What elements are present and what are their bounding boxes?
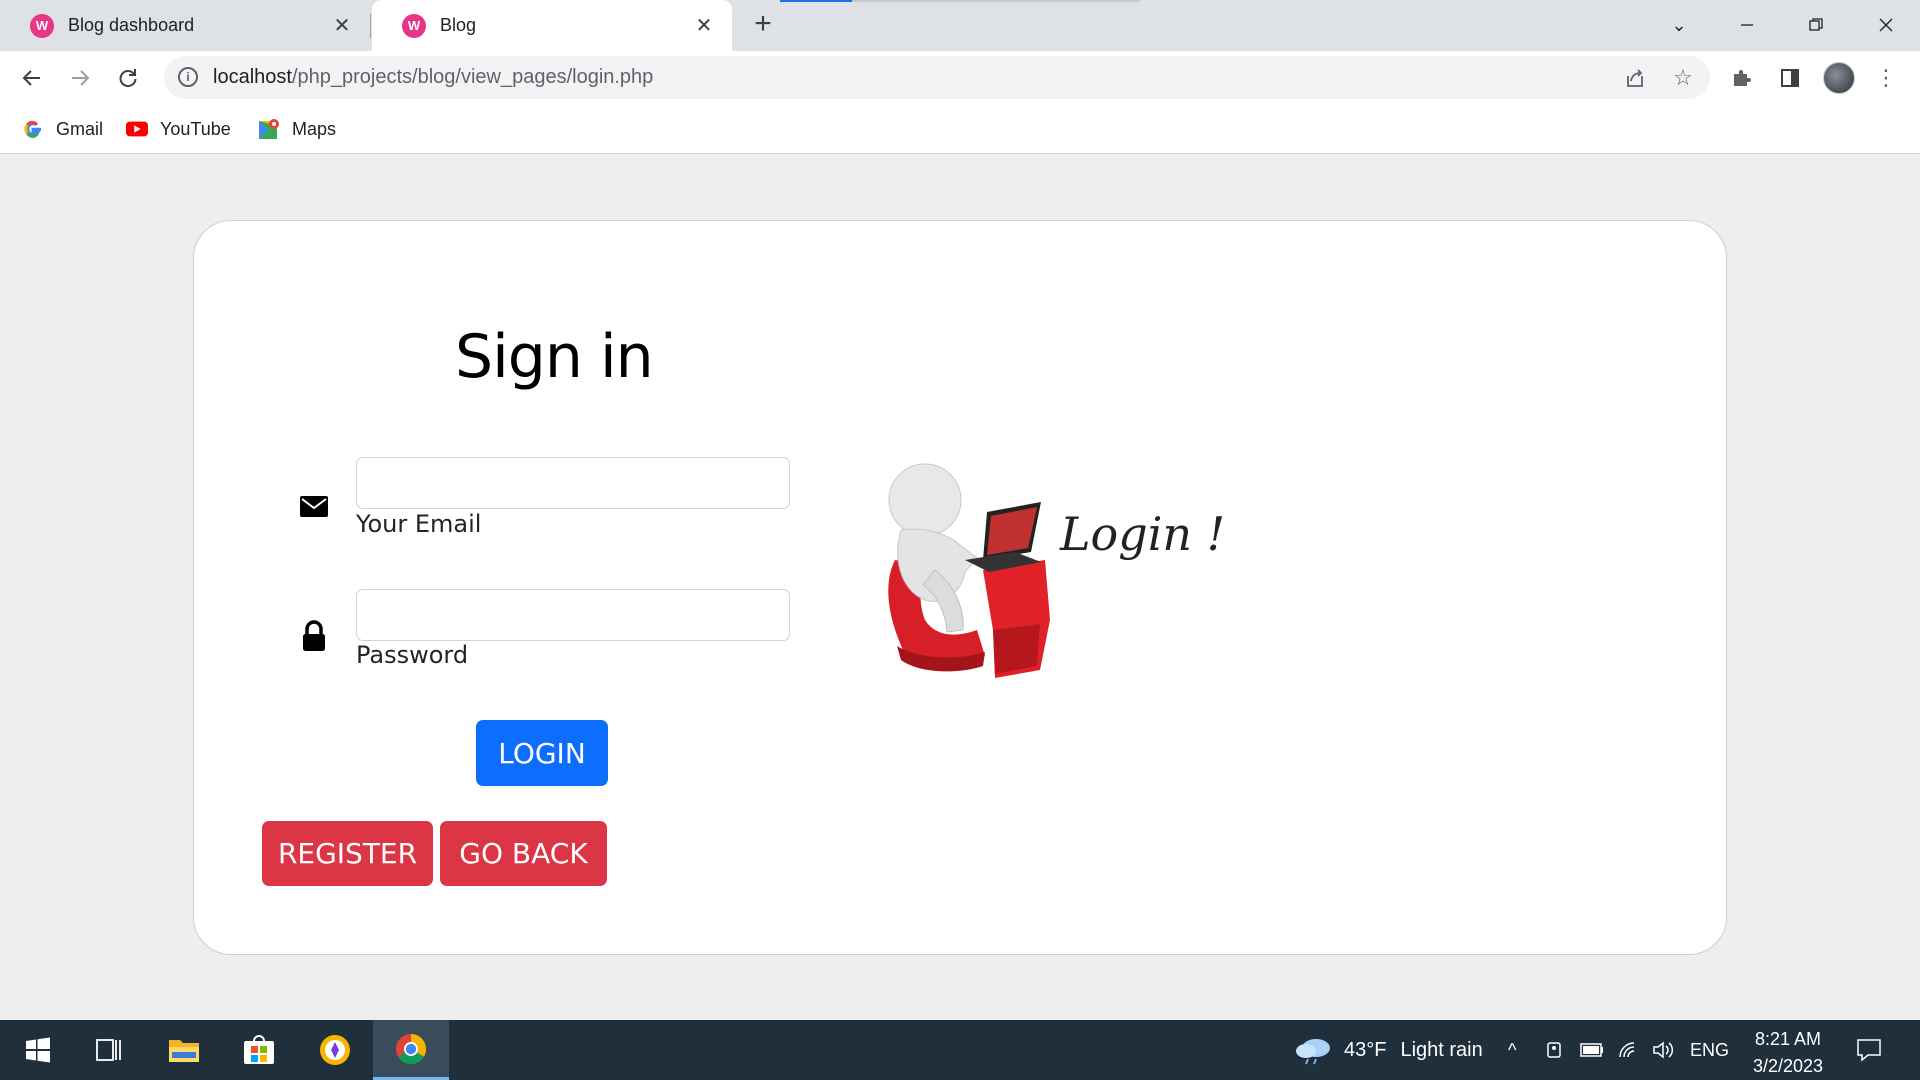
youtube-icon bbox=[126, 118, 148, 140]
close-icon[interactable]: ✕ bbox=[330, 14, 354, 38]
tab-divider bbox=[370, 14, 371, 38]
register-button[interactable]: REGISTER bbox=[262, 821, 433, 886]
language-indicator[interactable]: ENG bbox=[1690, 1020, 1729, 1080]
wamp-icon: W bbox=[402, 13, 426, 38]
minimize-icon[interactable] bbox=[1727, 8, 1767, 42]
wamp-icon: W bbox=[30, 13, 54, 38]
bookmark-label: Maps bbox=[292, 118, 337, 139]
weather-desc: Light rain bbox=[1400, 1038, 1483, 1061]
menu-kebab-icon[interactable]: ⋮ bbox=[1871, 63, 1901, 93]
forward-icon[interactable] bbox=[63, 61, 97, 95]
new-tab-button[interactable]: + bbox=[748, 9, 778, 40]
password-label: Password bbox=[356, 641, 469, 669]
tab-title: Blog bbox=[440, 15, 477, 35]
email-field[interactable] bbox=[356, 457, 790, 509]
tab-strip: W Blog dashboard ✕ W Blog ✕ + ⌄ bbox=[0, 0, 1920, 51]
chrome-icon[interactable] bbox=[373, 1020, 449, 1080]
task-view-icon[interactable] bbox=[70, 1020, 146, 1080]
browser-toolbar: i localhost/php_projects/blog/view_pages… bbox=[0, 51, 1920, 104]
restore-icon[interactable] bbox=[1796, 8, 1836, 42]
clock-time: 8:21 AM bbox=[1754, 1029, 1822, 1049]
vpn-app-icon[interactable] bbox=[297, 1020, 373, 1080]
side-panel-icon[interactable] bbox=[1775, 63, 1805, 93]
reload-icon[interactable] bbox=[111, 61, 145, 95]
tab-search-icon[interactable]: ⌄ bbox=[1659, 8, 1699, 42]
extensions-icon[interactable] bbox=[1727, 63, 1757, 93]
file-explorer-icon[interactable] bbox=[146, 1020, 222, 1080]
close-window-icon[interactable] bbox=[1866, 8, 1906, 42]
meet-now-icon[interactable] bbox=[1546, 1020, 1564, 1080]
email-label: Your Email bbox=[356, 510, 482, 538]
bookmarks-bar: Gmail YouTube Maps bbox=[0, 104, 1920, 154]
address-bar[interactable]: i localhost/php_projects/blog/view_pages… bbox=[164, 56, 1710, 99]
profile-avatar[interactable] bbox=[1823, 62, 1855, 94]
bookmark-label: Gmail bbox=[56, 118, 104, 139]
google-icon bbox=[22, 118, 44, 140]
loading-indicator bbox=[780, 0, 1140, 2]
weather-widget[interactable]: 43°F Light rain bbox=[1294, 1020, 1483, 1080]
close-icon[interactable]: ✕ bbox=[692, 14, 716, 38]
clock[interactable]: 8:21 AM 3/2/2023 bbox=[1740, 1026, 1836, 1080]
bookmark-youtube[interactable]: YouTube bbox=[126, 116, 231, 142]
clock-date: 3/2/2023 bbox=[1752, 1056, 1824, 1076]
bookmark-label: YouTube bbox=[160, 118, 231, 139]
battery-icon[interactable] bbox=[1580, 1020, 1604, 1080]
back-icon[interactable] bbox=[15, 61, 49, 95]
bookmark-gmail[interactable]: Gmail bbox=[22, 116, 103, 142]
tab-blog-dashboard[interactable]: W Blog dashboard ✕ bbox=[0, 0, 370, 51]
envelope-icon bbox=[299, 491, 329, 521]
windows-start-icon[interactable] bbox=[0, 1020, 76, 1080]
site-info-icon[interactable]: i bbox=[178, 67, 198, 87]
microsoft-store-icon[interactable] bbox=[221, 1020, 297, 1080]
maps-icon bbox=[258, 118, 280, 140]
tab-title: Blog dashboard bbox=[68, 15, 195, 35]
cloud-rain-icon bbox=[1296, 1039, 1330, 1065]
password-field[interactable] bbox=[356, 589, 790, 641]
notifications-icon[interactable] bbox=[1856, 1020, 1882, 1080]
login-button[interactable]: LOGIN bbox=[476, 720, 608, 786]
url-text[interactable]: localhost/php_projects/blog/view_pages/l… bbox=[213, 66, 653, 89]
wifi-icon[interactable] bbox=[1618, 1020, 1640, 1080]
go-back-button[interactable]: GO BACK bbox=[440, 821, 607, 886]
bookmark-maps[interactable]: Maps bbox=[258, 116, 336, 142]
page-title: Sign in bbox=[455, 322, 654, 392]
login-illustration: Login ! bbox=[865, 460, 1225, 690]
taskbar: 43°F Light rain ^ ENG 8:21 AM 3/2/2023 bbox=[0, 1020, 1920, 1080]
show-hidden-icons[interactable]: ^ bbox=[1508, 1020, 1516, 1080]
bookmark-star-icon[interactable]: ☆ bbox=[1670, 65, 1696, 91]
volume-icon[interactable] bbox=[1652, 1020, 1674, 1080]
weather-temp: 43°F bbox=[1344, 1038, 1387, 1061]
share-icon[interactable] bbox=[1622, 65, 1648, 91]
illustration-text: Login ! bbox=[1059, 507, 1225, 561]
lock-icon bbox=[299, 620, 329, 651]
tab-blog[interactable]: W Blog ✕ bbox=[372, 0, 732, 51]
